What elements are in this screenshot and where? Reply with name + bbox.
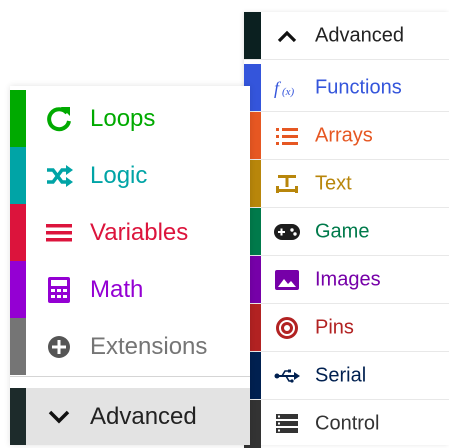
shuffle-icon <box>44 161 74 191</box>
calculator-icon <box>44 275 74 305</box>
toolbox-item-pins[interactable]: Pins <box>244 304 449 352</box>
category-color-bar <box>10 204 26 261</box>
category-color-bar <box>10 90 26 147</box>
toolbox-item-extensions[interactable]: Extensions <box>10 318 250 375</box>
category-color-bar <box>10 318 26 375</box>
toolbox-item-functions[interactable]: f (x) Functions <box>244 64 449 112</box>
chevron-down-icon <box>44 402 74 432</box>
toolbox-item-loops[interactable]: Loops <box>10 90 250 147</box>
toolbox-item-label: Extensions <box>90 332 208 360</box>
toolbox-item-label: Logic <box>90 161 148 189</box>
target-icon <box>274 315 300 341</box>
toolbox-item-label: Pins <box>315 316 354 338</box>
toolbox-item-label: Control <box>315 412 380 435</box>
category-color-bar <box>244 12 261 59</box>
toolbox-item-images[interactable]: Images <box>244 256 449 304</box>
usb-icon <box>274 363 300 389</box>
toolbox-item-game[interactable]: Game <box>244 208 449 256</box>
gamepad-icon <box>274 219 300 245</box>
image-icon <box>274 267 300 293</box>
toolbox-item-label: Variables <box>90 218 189 246</box>
toolbox-item-label: Advanced <box>90 402 197 430</box>
toolbox-item-label: Advanced <box>315 24 404 46</box>
toolbox-item-control[interactable]: Control <box>244 400 449 448</box>
toolbox-item-label: Images <box>315 268 381 290</box>
toolbox-item-advanced-expand[interactable]: Advanced <box>10 388 250 445</box>
toolbox-item-label: Functions <box>315 76 402 98</box>
category-color-bar <box>10 147 26 204</box>
main-toolbox-panel: Loops Logic Variables Math Extensions Ad… <box>10 86 250 445</box>
advanced-toolbox-panel: Advanced f (x) Functions Arrays Text Game <box>244 12 449 448</box>
toolbox-item-label: Game <box>315 220 370 242</box>
toolbox-item-math[interactable]: Math <box>10 261 250 318</box>
category-color-bar <box>10 261 26 318</box>
toolbox-item-logic[interactable]: Logic <box>10 147 250 204</box>
function-icon: f (x) <box>274 75 300 101</box>
server-icon <box>274 411 300 437</box>
svg-text:(x): (x) <box>282 86 295 98</box>
toolbox-item-label: Text <box>315 172 352 194</box>
svg-text:f: f <box>274 78 282 98</box>
toolbox-item-label: Serial <box>315 364 367 386</box>
refresh-icon <box>44 104 74 134</box>
toolbox-item-label: Math <box>90 275 144 303</box>
plus-circle-icon <box>44 332 74 362</box>
toolbox-item-label: Loops <box>90 104 156 132</box>
toolbox-item-variables[interactable]: Variables <box>10 204 250 261</box>
category-color-bar <box>10 388 26 445</box>
toolbox-item-arrays[interactable]: Arrays <box>244 112 449 160</box>
toolbox-item-serial[interactable]: Serial <box>244 352 449 400</box>
chevron-up-icon <box>274 23 300 49</box>
toolbox-divider <box>10 376 250 377</box>
list-icon <box>274 123 300 149</box>
toolbox-item-text[interactable]: Text <box>244 160 449 208</box>
toolbox-item-label: Arrays <box>315 124 373 146</box>
list-icon <box>44 218 74 248</box>
toolbox-item-advanced-collapse[interactable]: Advanced <box>244 12 449 60</box>
text-icon <box>274 171 300 197</box>
